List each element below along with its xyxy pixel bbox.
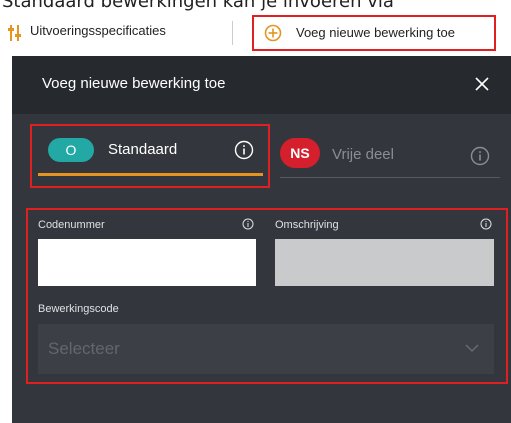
toolbar-item-specifications[interactable]: Uitvoeringsspecificaties — [30, 23, 166, 38]
toolbar: Uitvoeringsspecificaties Voeg nieuwe bew… — [0, 11, 511, 56]
ns-badge: NS — [280, 138, 320, 168]
add-operation-label: Voeg nieuwe bewerking toe — [296, 25, 456, 40]
chevron-down-icon — [465, 344, 479, 353]
info-icon[interactable] — [234, 140, 254, 160]
inactive-tab-underline — [280, 177, 500, 178]
tab-standaard[interactable]: O Standaard — [36, 130, 266, 184]
tab-standaard-label: Standaard — [108, 141, 178, 158]
tab-vrije-deel-label: Vrije deel — [332, 146, 394, 163]
toolbar-separator — [232, 21, 233, 45]
dialog-header: Voeg nieuwe bewerking toe — [12, 56, 511, 114]
close-icon[interactable] — [472, 74, 492, 94]
description-info-icon[interactable] — [480, 218, 492, 230]
tab-vrije-deel[interactable]: NS Vrije deel — [280, 130, 502, 184]
code-info-icon[interactable] — [242, 218, 254, 230]
code-label: Codenummer — [38, 219, 105, 231]
settings-sliders-icon — [8, 25, 21, 41]
description-label: Omschrijving — [275, 219, 339, 231]
operation-code-label: Bewerkingscode — [38, 303, 119, 315]
standard-badge: O — [48, 138, 94, 162]
plus-circle-icon — [264, 24, 282, 42]
code-number-input[interactable] — [38, 239, 256, 286]
active-tab-underline — [38, 173, 263, 176]
instruction-text: Standaard bewerkingen kan je invoeren vi… — [2, 0, 394, 11]
operation-code-select[interactable]: Selecteer — [38, 324, 494, 374]
add-operation-button[interactable]: Voeg nieuwe bewerking toe — [252, 15, 496, 51]
dialog-title: Voeg nieuwe bewerking toe — [42, 75, 226, 92]
info-icon[interactable] — [470, 146, 490, 166]
operation-code-placeholder: Selecteer — [48, 339, 120, 358]
background-instruction-text: Standaard bewerkingen kan je invoeren vi… — [0, 0, 511, 11]
add-operation-dialog: Voeg nieuwe bewerking toe O Standaard NS… — [12, 56, 511, 423]
description-input[interactable] — [275, 239, 494, 286]
page-background — [0, 56, 12, 423]
